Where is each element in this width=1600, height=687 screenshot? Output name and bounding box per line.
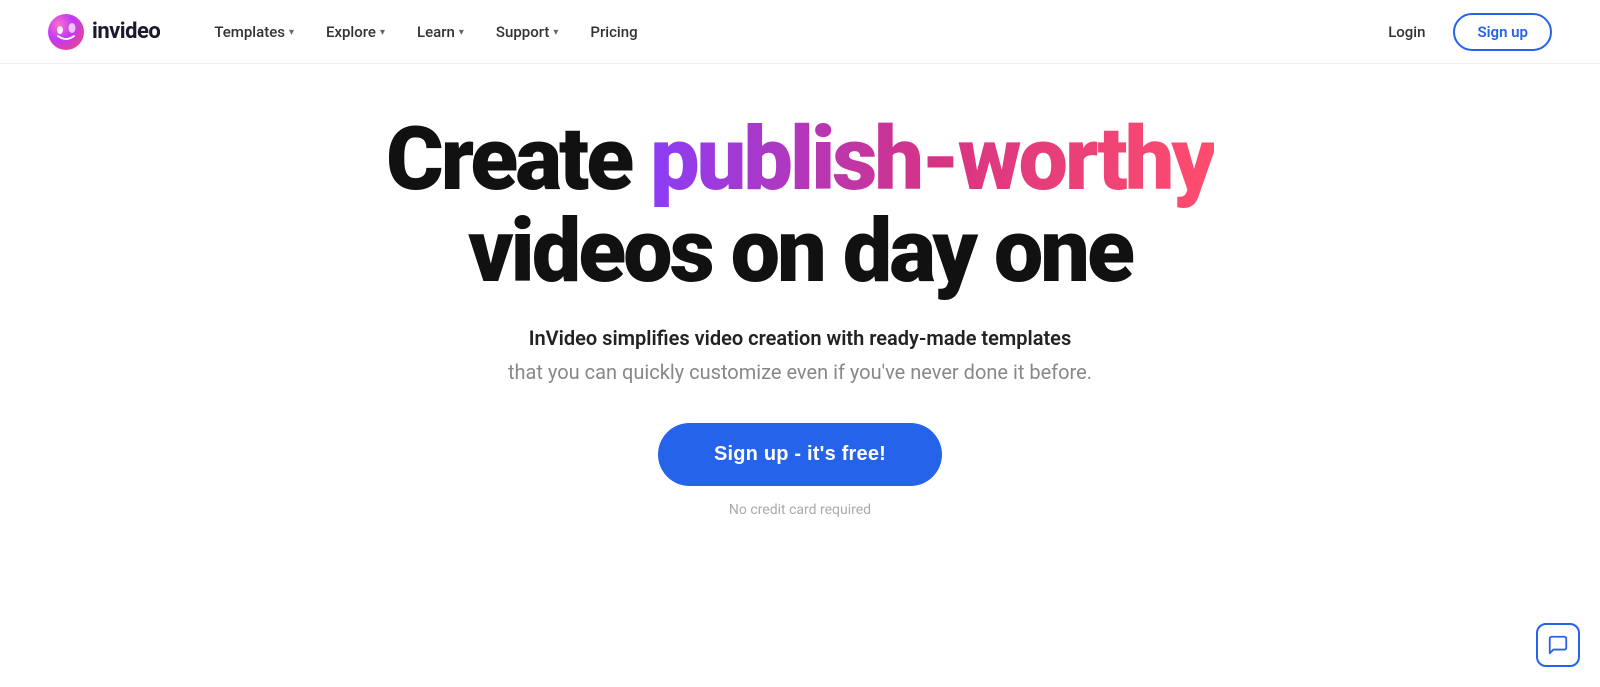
- nav-item-explore[interactable]: Explore ▾: [312, 15, 399, 49]
- navbar: invideo Templates ▾ Explore ▾ Learn ▾ Su…: [0, 0, 1600, 64]
- login-button[interactable]: Login: [1376, 15, 1437, 49]
- nav-links: Templates ▾ Explore ▾ Learn ▾ Support ▾ …: [200, 15, 1376, 49]
- hero-subtitle-line2: that you can quickly customize even if y…: [508, 357, 1092, 387]
- nav-right: Login Sign up: [1376, 13, 1552, 51]
- no-credit-label: No credit card required: [729, 502, 871, 518]
- nav-signup-button[interactable]: Sign up: [1453, 13, 1552, 51]
- hero-headline: Create publish-worthy videos on day one: [386, 114, 1214, 299]
- chevron-down-icon: ▾: [289, 27, 294, 38]
- nav-item-support[interactable]: Support ▾: [482, 15, 573, 49]
- chevron-down-icon: ▾: [553, 27, 558, 38]
- hero-subtitle-line1: InVideo simplifies video creation with r…: [529, 323, 1071, 353]
- logo-icon: [48, 14, 84, 50]
- logo-link[interactable]: invideo: [48, 14, 160, 50]
- headline-gradient: publish-worthy: [650, 108, 1214, 211]
- hero-section: Create publish-worthy videos on day one …: [0, 64, 1600, 548]
- headline-suffix: videos on day one: [468, 200, 1132, 303]
- chat-icon-button[interactable]: [1536, 623, 1580, 667]
- cta-signup-button[interactable]: Sign up - it's free!: [658, 423, 942, 486]
- chat-bubble-icon: [1547, 634, 1569, 656]
- nav-item-learn[interactable]: Learn ▾: [403, 15, 478, 49]
- headline-prefix: Create: [386, 108, 650, 211]
- nav-item-templates[interactable]: Templates ▾: [200, 15, 308, 49]
- chevron-down-icon: ▾: [380, 27, 385, 38]
- brand-name: invideo: [92, 19, 160, 44]
- nav-item-pricing[interactable]: Pricing: [576, 15, 651, 49]
- chevron-down-icon: ▾: [459, 27, 464, 38]
